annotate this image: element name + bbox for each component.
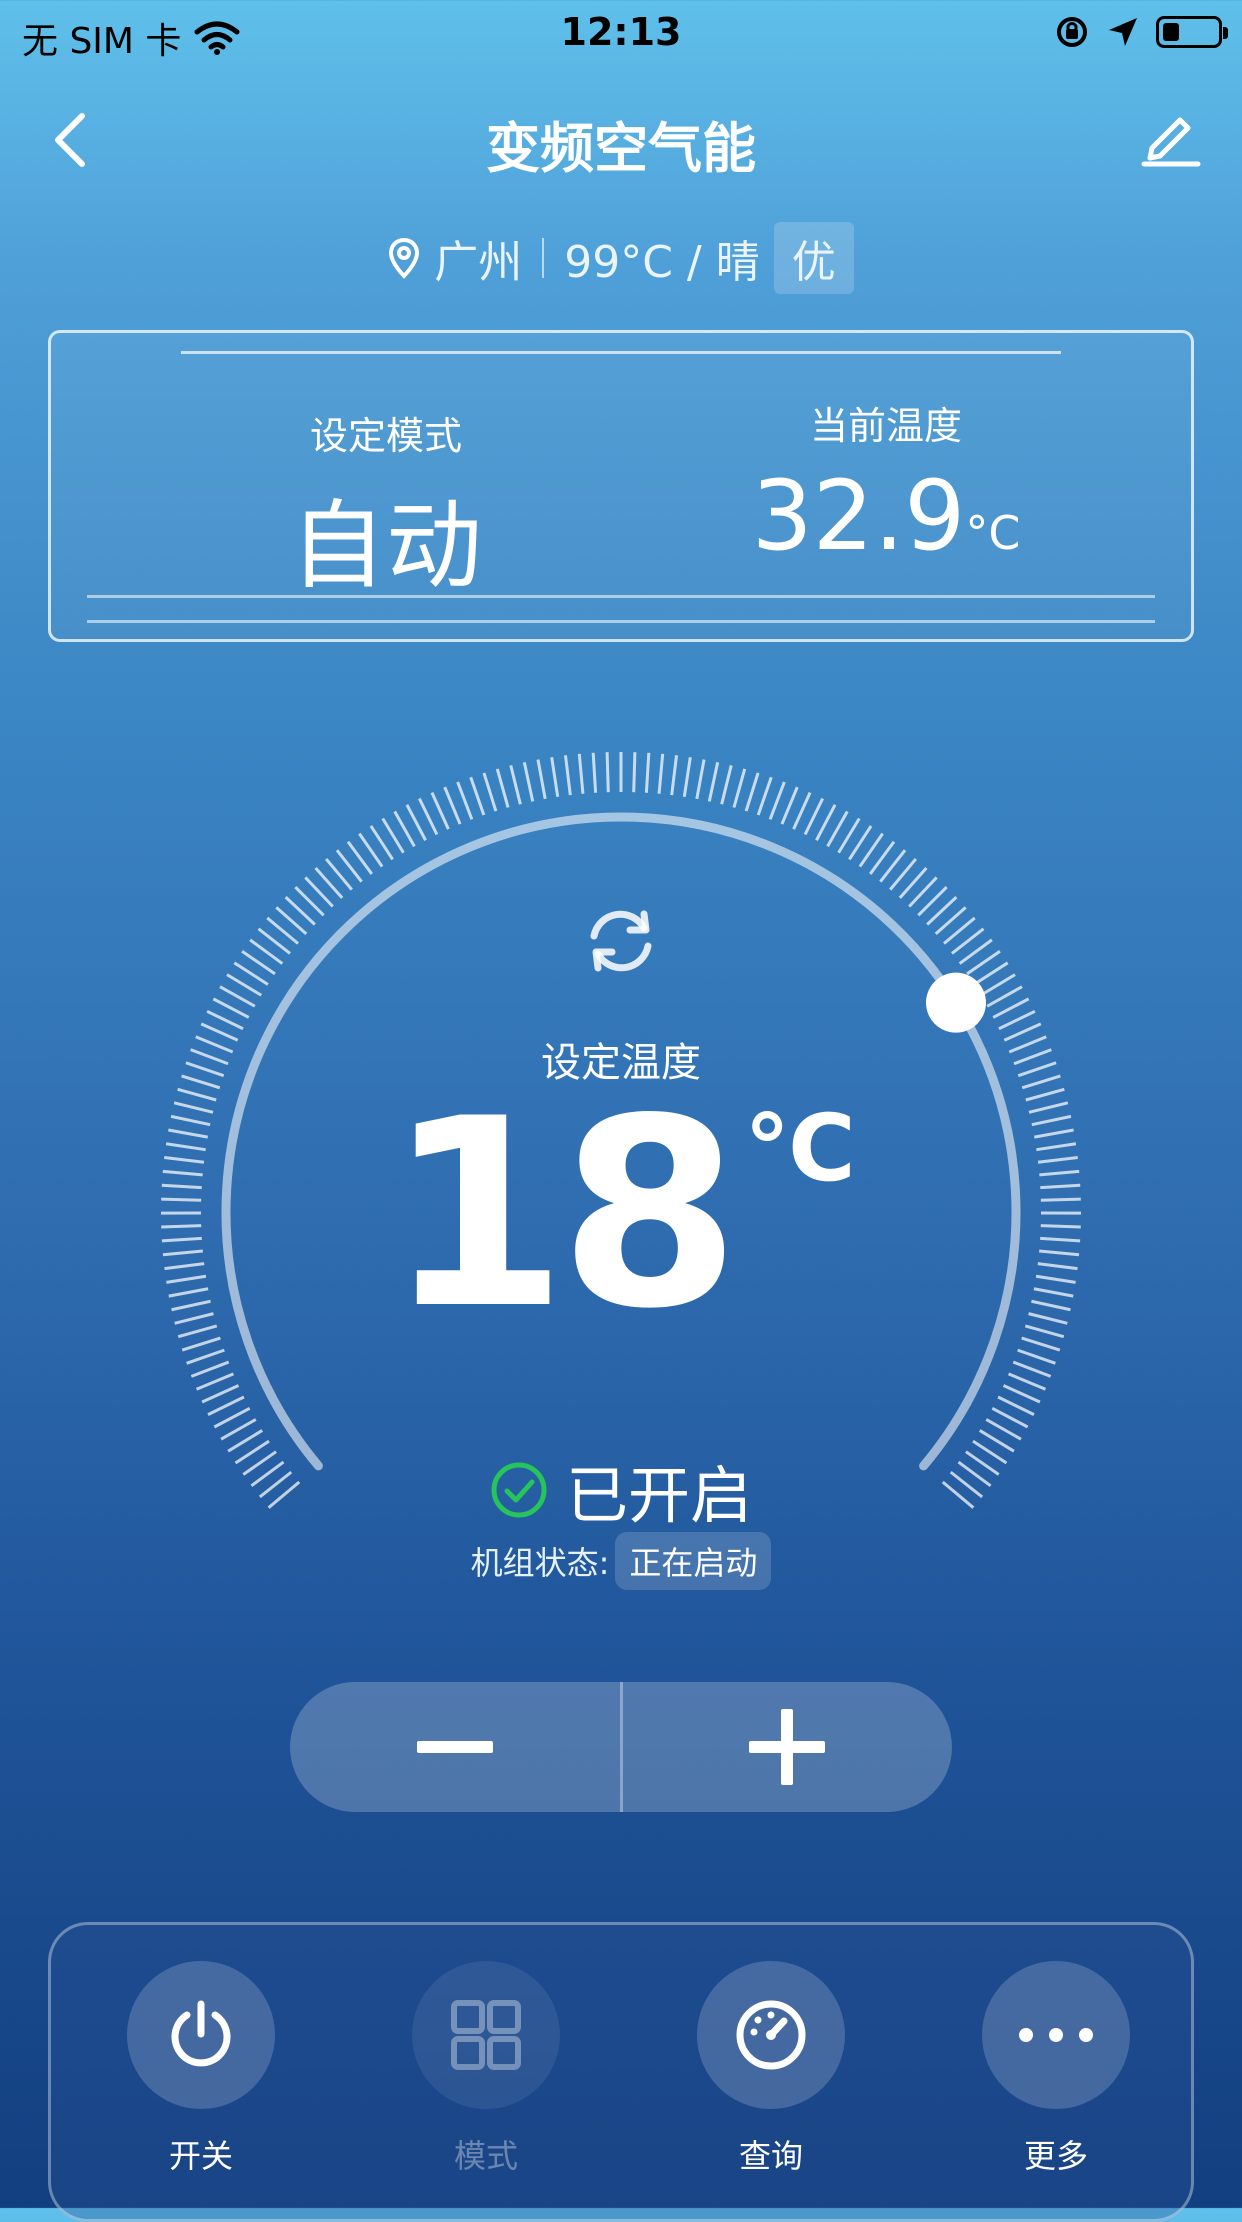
dial-tick	[634, 752, 635, 792]
dial-tick	[538, 760, 545, 799]
dial-tick	[191, 1362, 228, 1376]
power-status-text: 已开启	[566, 1445, 752, 1535]
dial-tick	[734, 769, 745, 808]
speedometer-icon	[732, 1996, 810, 2074]
query-tab-label: 查询	[681, 2131, 861, 2177]
dial-tick	[794, 793, 810, 829]
dial-tick	[782, 787, 797, 824]
more-dots-icon	[1018, 2027, 1094, 2043]
mode-button[interactable]	[412, 1961, 560, 2109]
dial-tick	[758, 777, 771, 815]
minus-icon	[417, 1741, 493, 1753]
dial-tick	[1003, 1386, 1039, 1403]
dial-tick	[999, 1011, 1035, 1028]
dial-tick	[197, 1374, 234, 1389]
dial-tick	[746, 773, 758, 811]
dial-tick	[770, 782, 784, 819]
set-temp-unit: ℃	[744, 1095, 855, 1202]
power-status: 已开启	[0, 1445, 1242, 1535]
dial-tick	[213, 999, 248, 1018]
more-tab-label: 更多	[966, 2131, 1146, 2177]
query-tab[interactable]: 查询	[681, 1961, 861, 2177]
dial-tick	[432, 793, 448, 829]
dial-tick	[419, 799, 437, 835]
dial-tick	[497, 769, 508, 808]
dial-tick	[816, 805, 835, 840]
decrease-temp-button[interactable]	[290, 1682, 620, 1812]
dial-tick	[445, 787, 460, 824]
bottom-toolbar: 开关 模式 查询	[48, 1922, 1194, 2222]
more-tab[interactable]: 更多	[966, 1961, 1146, 2177]
power-button[interactable]	[127, 1961, 275, 2109]
refresh-icon[interactable]	[580, 900, 662, 982]
dial-tick	[208, 1397, 244, 1415]
unit-state-value: 正在启动	[615, 1532, 771, 1590]
dial-tick	[565, 755, 570, 795]
mode-tab[interactable]: 模式	[396, 1961, 576, 2177]
dial-tick	[1018, 1350, 1056, 1363]
dial-tick	[993, 999, 1028, 1018]
check-circle-icon	[490, 1461, 548, 1519]
dial-tick	[471, 777, 484, 815]
dial-tick	[697, 760, 704, 799]
dial-tick	[484, 773, 496, 811]
increase-temp-button[interactable]	[620, 1682, 953, 1812]
more-button[interactable]	[982, 1961, 1130, 2109]
dial-tick	[202, 1386, 238, 1403]
dial-tick	[593, 753, 595, 793]
dial-tick	[672, 755, 677, 795]
power-tab-label: 开关	[111, 2131, 291, 2177]
dial-tick	[607, 752, 608, 792]
dial-tick	[458, 782, 472, 819]
dial-tick	[659, 754, 663, 794]
grid-icon	[450, 1999, 522, 2071]
dial-tick	[552, 757, 558, 797]
dial-tick	[1009, 1374, 1046, 1389]
set-temp-value: 18	[386, 1064, 732, 1366]
dial-tick	[998, 1397, 1034, 1415]
mode-tab-label: 模式	[396, 2131, 576, 2177]
dial-tick	[684, 757, 690, 797]
dial-tick	[207, 1011, 243, 1028]
power-icon	[164, 1998, 238, 2072]
dial-tick	[992, 1408, 1027, 1427]
query-button[interactable]	[697, 1961, 845, 2109]
dial-tick	[646, 753, 648, 793]
dial-tick	[709, 762, 717, 801]
dial-tick	[1013, 1362, 1050, 1376]
set-temp-display: 18℃	[0, 1085, 1242, 1345]
dial-tick	[187, 1350, 225, 1363]
dial-tick	[511, 765, 521, 804]
power-tab[interactable]: 开关	[111, 1961, 291, 2177]
dial-knob[interactable]	[926, 973, 986, 1033]
dial-tick	[407, 805, 426, 840]
dial-tick	[579, 754, 583, 794]
dial-tick	[722, 765, 732, 804]
dial-tick	[805, 799, 823, 835]
unit-state-label: 机组状态:	[471, 1538, 610, 1584]
unit-state: 机组状态: 正在启动	[0, 1532, 1242, 1590]
dial-tick	[214, 1408, 249, 1427]
temp-stepper	[290, 1682, 952, 1812]
dial-tick	[524, 762, 532, 801]
plus-icon-vertical	[781, 1709, 793, 1785]
